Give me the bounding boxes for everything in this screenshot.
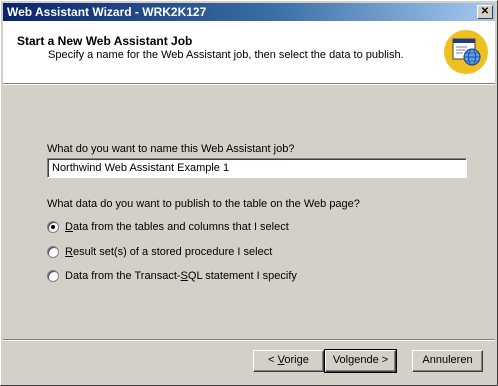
window-title: Web Assistant Wizard - WRK2K127 (7, 5, 207, 19)
back-button[interactable]: < Vorige (253, 350, 324, 372)
page-subtitle: Specify a name for the Web Assistant job… (48, 49, 404, 61)
close-button[interactable]: ✕ (477, 5, 493, 19)
title-bar[interactable]: Web Assistant Wizard - WRK2K127 ✕ (3, 3, 495, 21)
radio-button[interactable] (47, 270, 59, 282)
web-page-globe-icon (444, 30, 488, 74)
radio-dot (51, 225, 55, 229)
job-name-label: What do you want to name this Web Assist… (47, 143, 295, 155)
next-button[interactable]: Volgende > (324, 349, 397, 373)
wizard-window: Web Assistant Wizard - WRK2K127 ✕ Start … (0, 0, 498, 386)
footer-divider (3, 339, 495, 341)
page-title: Start a New Web Assistant Job (17, 34, 193, 48)
radio-button[interactable] (47, 246, 59, 258)
radio-button-selected[interactable] (47, 221, 59, 233)
job-name-input[interactable] (47, 158, 467, 178)
publish-data-label: What data do you want to publish to the … (47, 198, 360, 210)
radio-label-tables-columns[interactable]: Data from the tables and columns that I … (65, 221, 289, 233)
radio-label-stored-procedure[interactable]: Result set(s) of a stored procedure I se… (65, 246, 272, 258)
close-icon: ✕ (480, 6, 490, 17)
header-divider (3, 83, 495, 85)
cancel-button[interactable]: Annuleren (412, 350, 483, 372)
wizard-header: Start a New Web Assistant Job Specify a … (3, 21, 495, 83)
radio-label-transact-sql[interactable]: Data from the Transact-SQL statement I s… (65, 270, 297, 282)
